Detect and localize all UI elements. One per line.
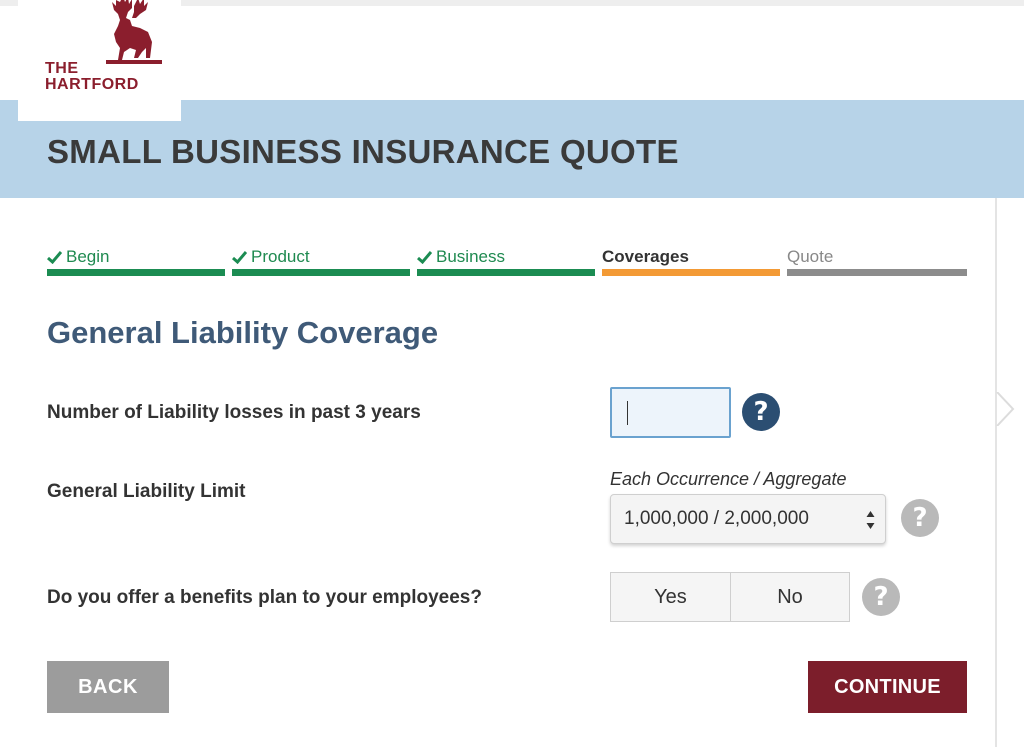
progress-bar-begin	[47, 269, 225, 276]
limit-selected-value: 1,000,000 / 2,000,000	[624, 508, 809, 529]
check-icon	[232, 250, 247, 264]
page-title: SMALL BUSINESS INSURANCE QUOTE	[47, 133, 679, 170]
benefits-help-icon[interactable]: ?	[862, 578, 900, 616]
limit-label: General Liability Limit	[47, 481, 246, 502]
text-caret	[627, 401, 628, 425]
progress-step-product: Product	[232, 246, 410, 276]
progress-step-begin: Begin	[47, 246, 225, 276]
logo-wordmark: THE HARTFORD	[45, 60, 139, 93]
limit-caption: Each Occurrence / Aggregate	[610, 469, 847, 489]
check-icon	[417, 250, 432, 264]
progress-bar-business	[417, 269, 595, 276]
progress-step-quote: Quote	[787, 246, 967, 276]
benefits-label: Do you offer a benefits plan to your emp…	[47, 587, 482, 608]
section-title: General Liability Coverage	[47, 315, 439, 350]
progress-step-coverages: Coverages	[602, 246, 780, 276]
progress-step-business: Business	[417, 246, 595, 276]
select-arrows-icon	[866, 511, 875, 529]
limit-select[interactable]: 1,000,000 / 2,000,000	[610, 494, 886, 544]
benefits-toggle: Yes No	[610, 572, 850, 622]
benefits-no-button[interactable]: No	[730, 573, 849, 621]
losses-help-icon[interactable]: ?	[742, 393, 780, 431]
panel-pointer-icon	[996, 392, 1015, 426]
progress-bar-quote	[787, 269, 967, 276]
progress-bar-product	[232, 269, 410, 276]
continue-button[interactable]: CONTINUE	[808, 661, 967, 713]
check-icon	[47, 250, 62, 264]
progress-bar-coverages	[602, 269, 780, 276]
losses-label: Number of Liability losses in past 3 yea…	[47, 402, 421, 423]
limit-help-icon[interactable]: ?	[901, 499, 939, 537]
hartford-logo[interactable]: THE HARTFORD	[18, 0, 181, 121]
losses-input[interactable]	[610, 387, 731, 438]
benefits-yes-button[interactable]: Yes	[611, 573, 730, 621]
back-button[interactable]: BACK	[47, 661, 169, 713]
